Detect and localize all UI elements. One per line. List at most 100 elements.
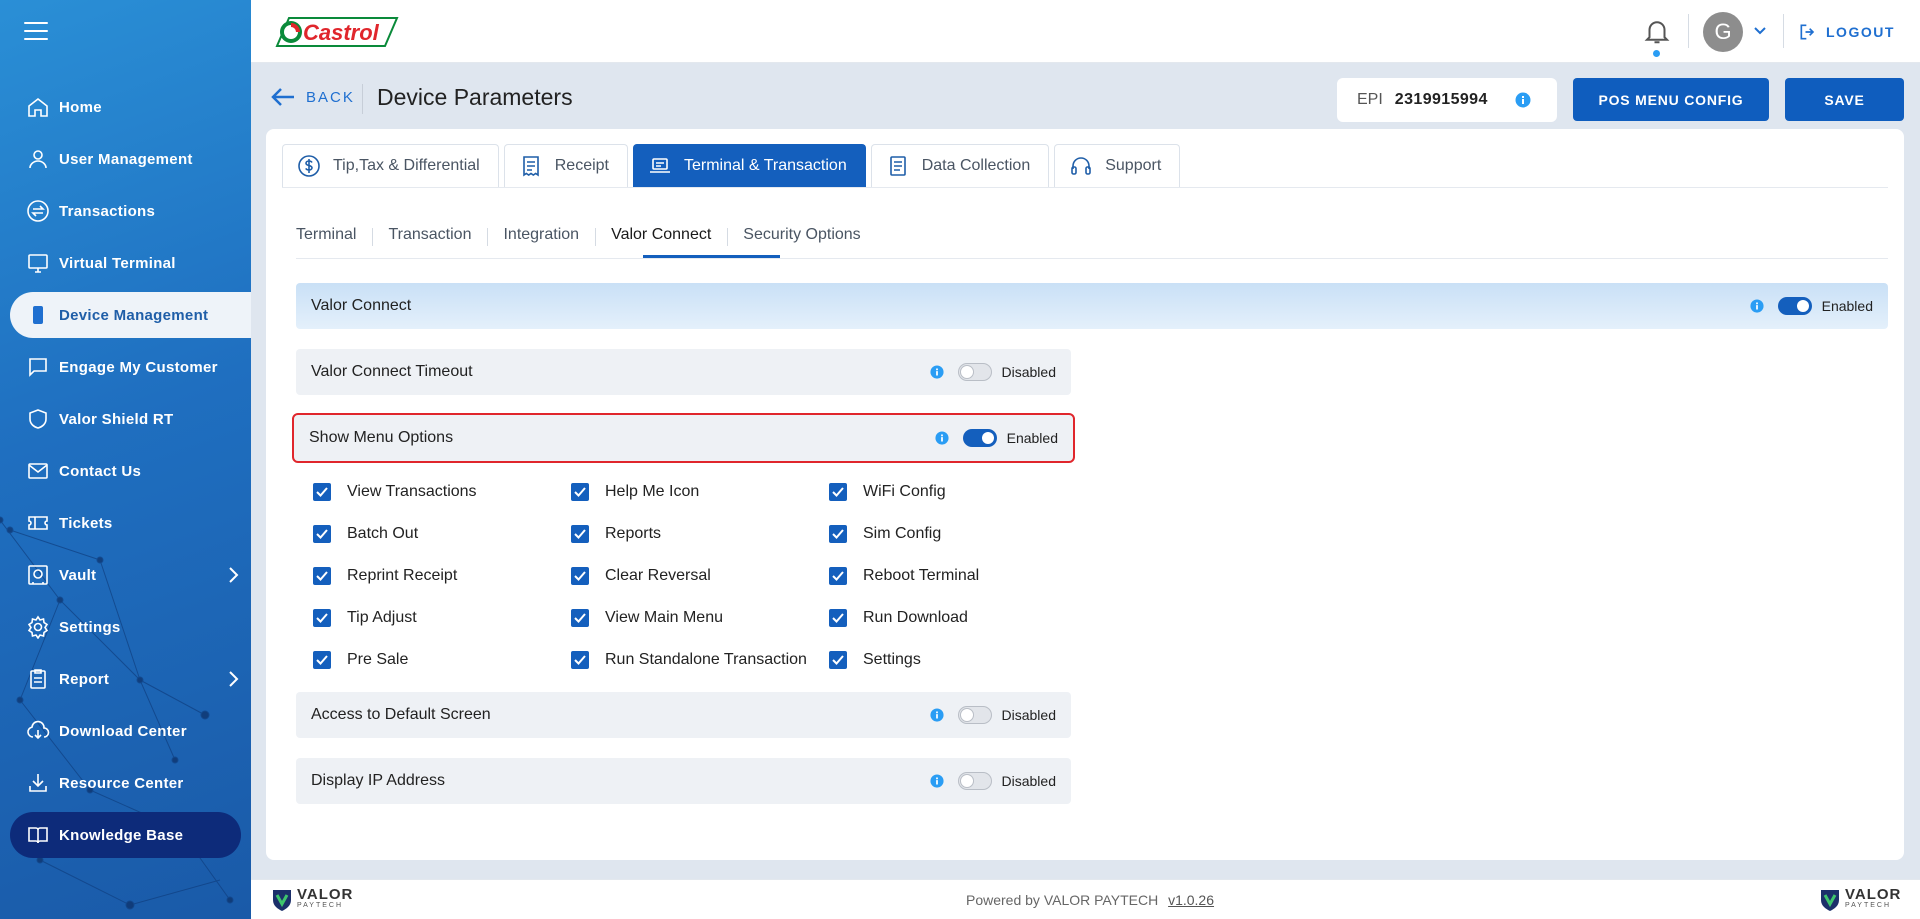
info-icon[interactable]	[1515, 92, 1531, 113]
chevron-right-icon	[227, 566, 239, 588]
sidebar: Home User Management Transactions Virtua…	[0, 0, 251, 919]
tab-receipt[interactable]: Receipt	[503, 144, 628, 187]
subtab-integration[interactable]: Integration	[487, 226, 595, 246]
tab-tip-tax-differential[interactable]: Tip,Tax & Differential	[282, 144, 499, 187]
setting-label: Valor Connect Timeout	[311, 363, 473, 380]
checkbox-settings[interactable]: Settings	[829, 651, 921, 669]
checkbox-label: Sim Config	[863, 525, 942, 542]
logo-word: VALOR	[1845, 886, 1902, 903]
checkbox-sim-config[interactable]: Sim Config	[829, 525, 941, 543]
subtabs-divider	[296, 258, 1888, 259]
checkbox-reprint-receipt[interactable]: Reprint Receipt	[313, 567, 457, 585]
document-icon	[886, 154, 910, 178]
checkbox-view-main-menu[interactable]: View Main Menu	[571, 609, 723, 627]
toggle-state: Disabled	[1001, 773, 1056, 789]
sidebar-item-transactions[interactable]: Transactions	[10, 188, 251, 234]
back-button[interactable]: BACK	[270, 86, 355, 108]
sidebar-item-label: Report	[59, 670, 110, 688]
sidebar-item-contact-us[interactable]: Contact Us	[10, 448, 251, 494]
subtab-valor-connect[interactable]: Valor Connect	[595, 226, 727, 246]
checkbox-label: Run Standalone Transaction	[605, 651, 807, 668]
checkbox-view-transactions[interactable]: View Transactions	[313, 483, 477, 501]
sidebar-item-tickets[interactable]: Tickets	[10, 500, 251, 546]
show-menu-options-toggle[interactable]	[962, 429, 997, 447]
chevron-right-icon	[227, 670, 239, 692]
sidebar-item-resource-center[interactable]: Resource Center	[10, 760, 251, 806]
display-ip-address-toggle[interactable]	[957, 772, 992, 790]
valor-connect-timeout-toggle[interactable]	[957, 363, 992, 381]
receipt-icon	[519, 154, 543, 178]
info-icon[interactable]	[929, 774, 944, 788]
sidebar-item-download-center[interactable]: Download Center	[10, 708, 251, 754]
sidebar-item-home[interactable]: Home	[10, 84, 251, 130]
sidebar-item-device-management[interactable]: Device Management	[10, 292, 251, 338]
sidebar-item-report[interactable]: Report	[10, 656, 251, 702]
subtab-security-options[interactable]: Security Options	[727, 226, 876, 246]
menu-toggle-button[interactable]	[24, 22, 48, 42]
sidebar-item-knowledge-base[interactable]: Knowledge Base	[10, 812, 241, 858]
logout-icon	[1800, 24, 1815, 40]
sidebar-item-settings[interactable]: Settings	[10, 604, 251, 650]
check-icon	[829, 483, 847, 501]
sidebar-item-virtual-terminal[interactable]: Virtual Terminal	[10, 240, 251, 286]
divider	[362, 84, 363, 114]
subtab-terminal[interactable]: Terminal	[296, 226, 372, 244]
tab-label: Terminal & Transaction	[683, 157, 847, 174]
check-icon	[829, 609, 847, 627]
notification-bell-icon[interactable]	[1642, 16, 1672, 57]
checkbox-wifi-config[interactable]: WiFi Config	[829, 483, 946, 501]
cloud-download-icon	[25, 718, 51, 744]
setting-label: Access to Default Screen	[311, 706, 491, 723]
pos-menu-config-button[interactable]: POS MENU CONFIG	[1573, 78, 1769, 121]
chevron-down-icon[interactable]	[1753, 24, 1767, 43]
access-default-screen-toggle[interactable]	[957, 706, 992, 724]
checkbox-reboot-terminal[interactable]: Reboot Terminal	[829, 567, 979, 585]
sidebar-item-label: Transactions	[59, 202, 156, 220]
tab-label: Receipt	[554, 157, 609, 174]
toggle-state: Disabled	[1001, 707, 1056, 723]
sidebar-item-valor-shield-rt[interactable]: Valor Shield RT	[10, 396, 251, 442]
tab-support[interactable]: Support	[1054, 144, 1181, 187]
sidebar-item-engage-my-customer[interactable]: Engage My Customer	[10, 344, 251, 390]
tab-data-collection[interactable]: Data Collection	[870, 144, 1050, 187]
save-button[interactable]: SAVE	[1785, 78, 1904, 121]
checkbox-label: View Transactions	[347, 483, 477, 500]
sidebar-item-label: Contact Us	[59, 462, 142, 480]
subtab-transaction[interactable]: Transaction	[372, 226, 487, 246]
checkbox-help-me-icon[interactable]: Help Me Icon	[571, 483, 699, 501]
sub-tabs: Terminal Transaction Integration Valor C…	[296, 226, 877, 246]
home-icon	[25, 94, 51, 120]
checkbox-clear-reversal[interactable]: Clear Reversal	[571, 567, 711, 585]
logo-word: VALOR	[297, 886, 354, 903]
checkbox-reports[interactable]: Reports	[571, 525, 661, 543]
show-menu-options-row: Show Menu Options Enabled	[292, 413, 1075, 463]
check-icon	[829, 651, 847, 669]
epi-value: 2319915994	[1394, 91, 1488, 108]
setting-label: Display IP Address	[311, 772, 445, 789]
info-icon[interactable]	[929, 365, 944, 379]
tab-label: Tip,Tax & Differential	[333, 157, 480, 174]
sidebar-item-user-management[interactable]: User Management	[10, 136, 251, 182]
castrol-logo[interactable]: Castrol	[275, 16, 399, 48]
sidebar-item-vault[interactable]: Vault	[10, 552, 251, 598]
sidebar-item-label: Resource Center	[59, 774, 184, 792]
check-icon	[571, 609, 589, 627]
version-link[interactable]: v1.0.26	[1168, 892, 1214, 908]
avatar[interactable]: G	[1703, 12, 1743, 52]
checkbox-tip-adjust[interactable]: Tip Adjust	[313, 609, 417, 627]
checkbox-run-standalone-transaction[interactable]: Run Standalone Transaction	[571, 651, 807, 669]
check-icon	[313, 609, 331, 627]
info-icon[interactable]	[929, 708, 944, 722]
sidebar-item-label: User Management	[59, 150, 193, 168]
download-icon	[25, 770, 51, 796]
check-icon	[571, 567, 589, 585]
checkbox-batch-out[interactable]: Batch Out	[313, 525, 418, 543]
setting-label: Show Menu Options	[309, 429, 454, 446]
info-icon[interactable]	[1750, 299, 1764, 313]
info-icon[interactable]	[935, 431, 949, 445]
logout-button[interactable]: LOGOUT	[1798, 22, 1895, 42]
checkbox-run-download[interactable]: Run Download	[829, 609, 968, 627]
checkbox-pre-sale[interactable]: Pre Sale	[313, 651, 408, 669]
tab-terminal-transaction[interactable]: Terminal & Transaction	[632, 144, 866, 187]
valor-connect-toggle[interactable]	[1777, 297, 1812, 315]
